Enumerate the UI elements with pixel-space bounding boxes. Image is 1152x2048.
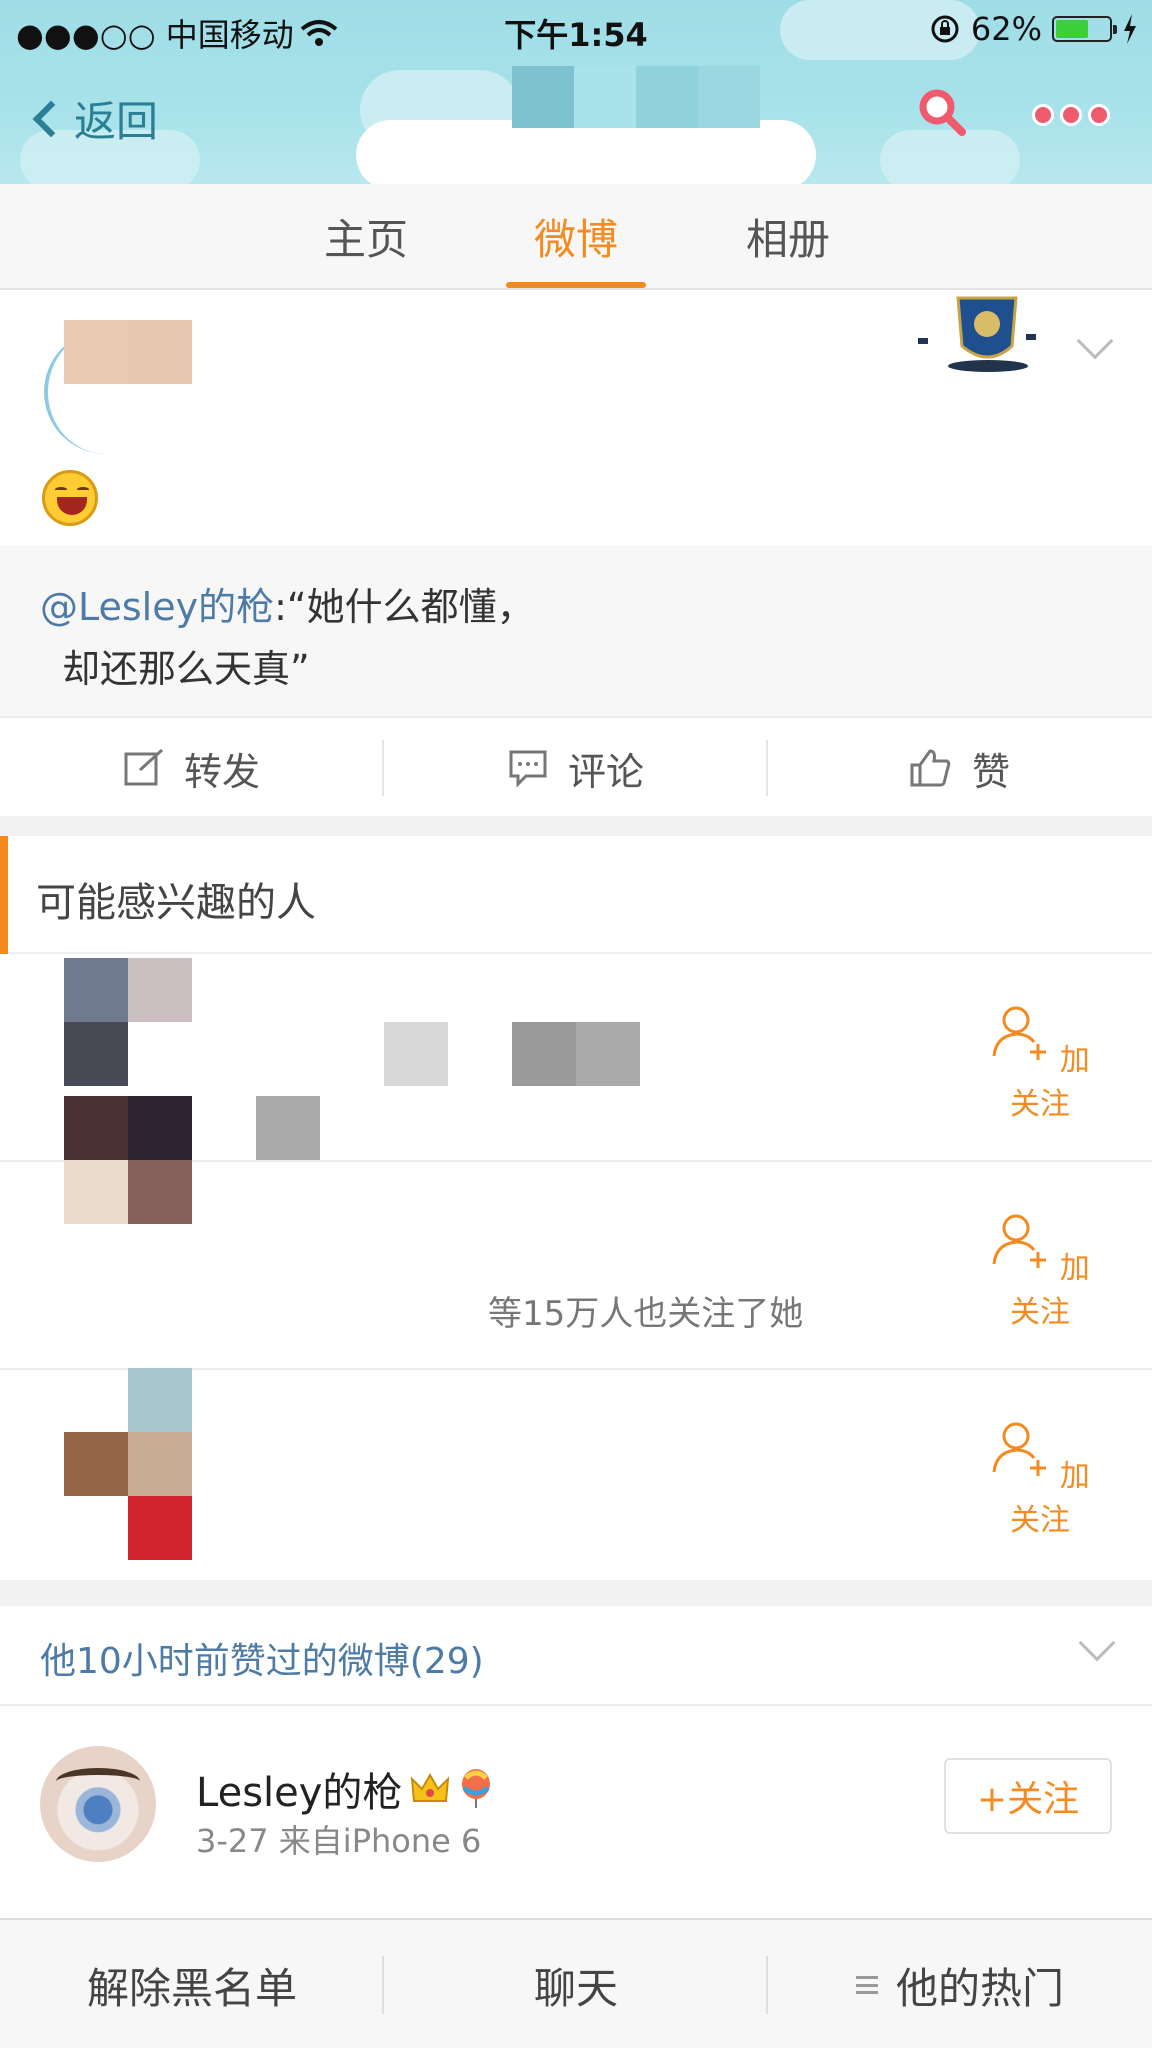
more-icon[interactable] <box>1032 104 1110 126</box>
suggested-people-section: 可能感兴趣的人 加关注 等15万人也关注了她 加关注 加关注 <box>0 836 1152 1580</box>
unblock-label: 解除黑名单 <box>86 1963 297 2013</box>
liked-user-name[interactable]: Lesley的枪 <box>196 1760 402 1818</box>
chevron-left-icon <box>32 100 70 137</box>
mention-link[interactable]: @Lesley的枪 <box>40 585 274 629</box>
tab-weibo[interactable]: 微博 <box>534 206 618 267</box>
liked-posts-header[interactable]: 他10小时前赞过的微博(29) <box>0 1606 1152 1706</box>
cloud-decoration <box>880 130 1020 184</box>
redacted-avatar-block <box>128 1160 192 1224</box>
redacted-avatar-block <box>64 958 128 1022</box>
charging-icon <box>1124 14 1136 44</box>
menu-icon <box>855 1976 878 1994</box>
rotation-lock-icon <box>931 15 959 43</box>
tab-album[interactable]: 相册 <box>746 206 830 267</box>
laughing-emoji-icon <box>42 470 98 526</box>
redacted-name-block <box>576 1022 640 1086</box>
suggested-person-row[interactable]: 加关注 <box>0 1368 1152 1578</box>
balloon-icon <box>462 1769 491 1808</box>
redacted-avatar-block <box>128 320 192 384</box>
comment-button[interactable]: 评论 <box>384 718 768 818</box>
chat-button[interactable]: 聊天 <box>384 1920 768 2048</box>
redacted-avatar-block <box>64 1432 128 1496</box>
back-button[interactable]: 返回 <box>30 88 158 149</box>
redacted-avatar-block <box>128 1432 192 1496</box>
comment-label: 评论 <box>567 749 644 794</box>
redacted-avatar-block <box>64 1160 128 1224</box>
redacted-avatar-block <box>64 1096 128 1160</box>
liked-posts-title: 他10小时前赞过的微博(29) <box>40 1641 484 1682</box>
comment-icon <box>509 750 547 788</box>
suggested-header: 可能感兴趣的人 <box>0 836 1152 954</box>
add-user-icon <box>992 1006 1047 1060</box>
repost-text-line2: 却还那么天真” <box>62 647 310 691</box>
thumbs-up-icon <box>910 749 951 787</box>
avatar[interactable] <box>40 1746 156 1862</box>
liked-post-meta: 3-27 来自iPhone 6 <box>196 1822 482 1860</box>
search-icon[interactable] <box>918 88 966 136</box>
redacted-name-block <box>384 1022 448 1086</box>
follow-button[interactable]: 加关注 <box>990 1418 1090 1539</box>
back-label: 返回 <box>74 97 159 146</box>
suggested-person-row[interactable]: 等15万人也关注了她 加关注 <box>0 1096 1152 1370</box>
chevron-down-icon <box>1078 1624 1116 1662</box>
battery-percent: 62% <box>970 10 1042 48</box>
repost-content[interactable]: @Lesley的枪:“她什么都懂， 却还那么天真” <box>0 546 1152 716</box>
tab-home[interactable]: 主页 <box>324 206 408 267</box>
add-user-icon <box>992 1214 1047 1268</box>
profile-name-redacted <box>512 66 768 128</box>
like-button[interactable]: 赞 <box>768 718 1152 818</box>
redacted-avatar-block <box>128 1496 192 1560</box>
redacted-avatar-block <box>128 1368 192 1432</box>
repost-icon <box>124 748 163 786</box>
hot-posts-button[interactable]: 他的热门 <box>768 1920 1152 2048</box>
liked-post-card[interactable]: Lesley的枪 3-27 来自iPhone 6 +关注 <box>0 1706 1152 1920</box>
battery-icon <box>1052 16 1117 42</box>
bottom-toolbar: 解除黑名单 聊天 他的热门 <box>0 1918 1152 2048</box>
add-user-icon <box>992 1422 1047 1476</box>
redacted-avatar-block <box>128 1096 192 1160</box>
status-bar: ●●●○○ 中国移动 下午1:54 62% <box>0 0 1152 58</box>
follow-button[interactable]: 加关注 <box>990 1210 1090 1331</box>
active-tab-indicator <box>506 282 646 288</box>
follow-button[interactable]: +关注 <box>944 1758 1112 1834</box>
crown-icon <box>411 1772 450 1802</box>
redacted-name-block <box>512 1022 576 1086</box>
post-actions: 转发 评论 赞 <box>0 716 1152 816</box>
repost-button[interactable]: 转发 <box>0 718 384 818</box>
repost-text-line1: :“她什么都懂， <box>274 585 535 629</box>
redacted-name-block <box>256 1096 320 1160</box>
redacted-avatar-block <box>64 320 128 384</box>
like-label: 赞 <box>971 749 1010 794</box>
section-accent-bar <box>0 836 8 954</box>
unblock-button[interactable]: 解除黑名单 <box>0 1920 384 2048</box>
follow-button[interactable]: 加关注 <box>990 1002 1090 1123</box>
redacted-avatar-block <box>64 1022 128 1086</box>
suggested-title: 可能感兴趣的人 <box>36 880 316 926</box>
profile-tabs: 主页 微博 相册 <box>0 184 1152 290</box>
badge-shield-icon <box>918 296 1036 372</box>
follow-reason: 等15万人也关注了她 <box>488 1294 804 1334</box>
cloud-decoration <box>356 120 816 184</box>
repost-label: 转发 <box>183 749 260 794</box>
profile-header: ●●●○○ 中国移动 下午1:54 62% 返回 <box>0 0 1152 184</box>
hot-posts-label: 他的热门 <box>895 1963 1064 2013</box>
chat-label: 聊天 <box>533 1963 618 2013</box>
redacted-avatar-block <box>128 958 192 1022</box>
